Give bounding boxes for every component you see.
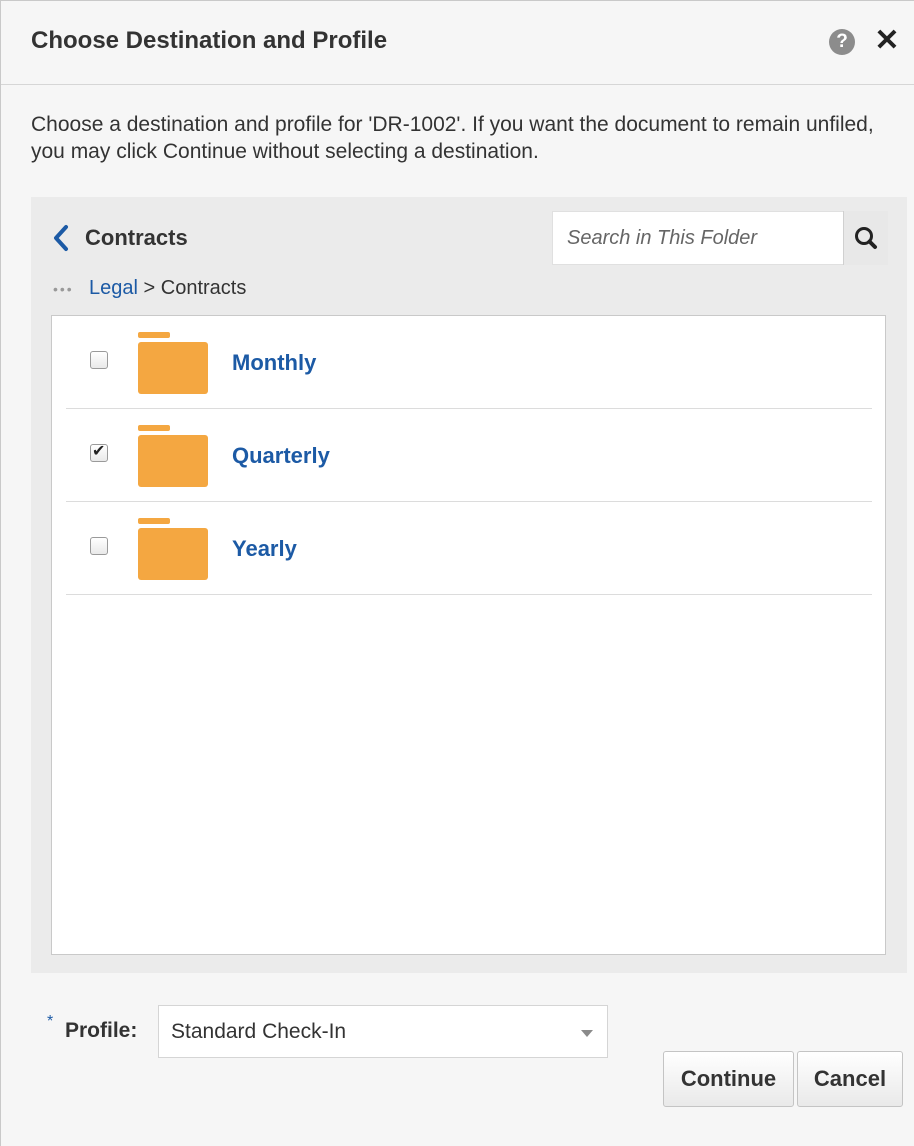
folder-name-quarterly[interactable]: Quarterly xyxy=(232,443,330,469)
search-button[interactable] xyxy=(843,211,888,265)
instructions-text: Choose a destination and profile for 'DR… xyxy=(31,113,874,163)
choose-destination-dialog: Choose Destination and Profile ? ✕ Choos… xyxy=(0,0,914,1146)
dialog-header: Choose Destination and Profile ? ✕ xyxy=(1,1,914,85)
folder-checkbox-quarterly[interactable]: ✔ xyxy=(90,443,108,462)
search-icon xyxy=(855,227,877,249)
current-folder-title: Contracts xyxy=(85,225,188,250)
cancel-button[interactable]: Cancel xyxy=(797,1051,903,1107)
breadcrumb-current: Contracts xyxy=(160,277,247,299)
folder-checkbox-monthly[interactable] xyxy=(90,351,108,369)
dialog-title: Choose Destination and Profile xyxy=(31,27,388,54)
profile-selected-value: Standard Check-In xyxy=(171,1020,347,1043)
folder-browser: Contracts •••Legal > Contracts xyxy=(31,197,907,973)
profile-label: Profile: xyxy=(65,1019,138,1042)
folder-checkbox-yearly[interactable] xyxy=(90,537,108,555)
folder-row-yearly[interactable]: Yearly xyxy=(66,502,872,595)
breadcrumb: ••• Legal > Contracts xyxy=(53,277,246,301)
search-input[interactable] xyxy=(553,212,843,264)
breadcrumb-legal-link[interactable]: Legal xyxy=(89,277,138,299)
continue-button[interactable]: Continue xyxy=(663,1051,794,1107)
breadcrumb-separator: > xyxy=(143,277,156,299)
folder-icon xyxy=(138,332,208,394)
folder-row-monthly[interactable]: Monthly xyxy=(66,316,872,409)
checkmark-icon: ✔ xyxy=(92,443,106,460)
chevron-left-icon[interactable] xyxy=(49,223,73,253)
ellipsis-icon[interactable]: ••• xyxy=(53,281,89,297)
folder-name-yearly[interactable]: Yearly xyxy=(232,536,297,562)
folder-icon xyxy=(138,518,208,580)
folder-list: Monthly ✔ Quarterly Yearly xyxy=(51,315,886,955)
profile-select[interactable]: Standard Check-In xyxy=(158,1005,608,1058)
folder-name-monthly[interactable]: Monthly xyxy=(232,350,316,376)
close-icon[interactable]: ✕ xyxy=(872,23,902,59)
search-box xyxy=(552,211,888,265)
dropdown-arrow-icon xyxy=(581,1030,593,1037)
required-marker: * xyxy=(47,1013,54,1030)
help-icon[interactable]: ? xyxy=(829,29,855,55)
folder-row-quarterly[interactable]: ✔ Quarterly xyxy=(66,409,872,502)
folder-icon xyxy=(138,425,208,487)
